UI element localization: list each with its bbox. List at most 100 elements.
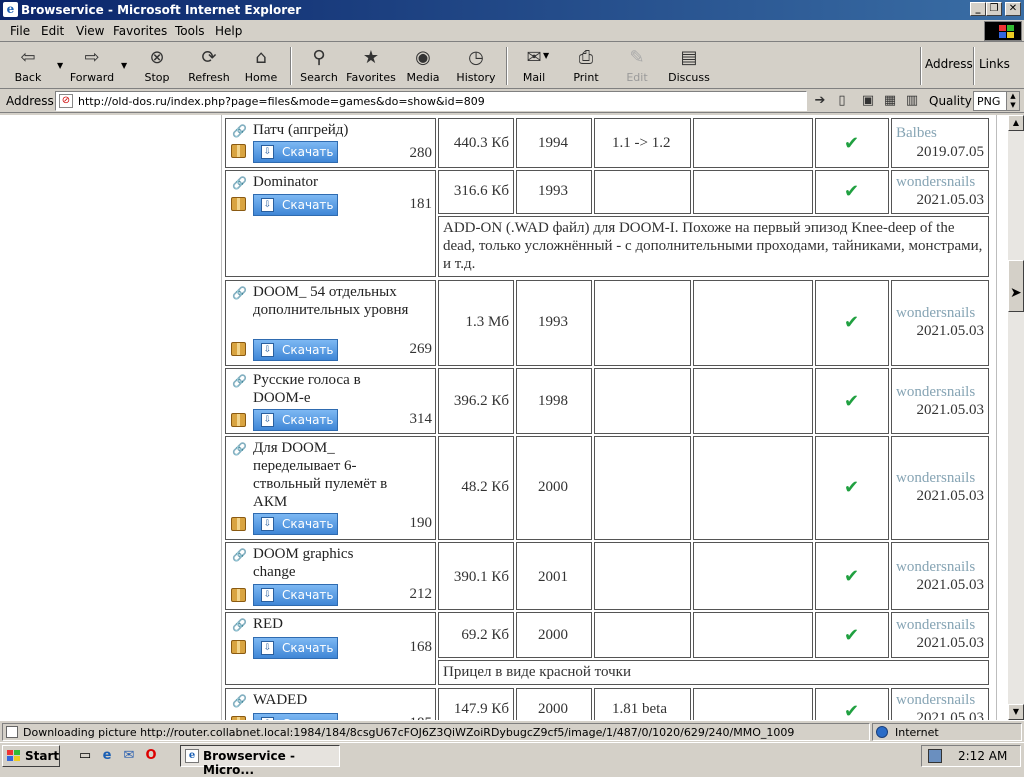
ie-icon[interactable]: e xyxy=(3,2,18,17)
menu-favorites[interactable]: Favorites xyxy=(113,24,167,38)
description-cell: ADD-ON (.WAD файл) для DOOM-I. Похоже на… xyxy=(438,216,989,277)
file-name[interactable]: Dominator xyxy=(253,173,318,191)
favorites-button[interactable]: ★ Favorites xyxy=(344,45,398,87)
quality-select[interactable]: PNG ▲ ▼ xyxy=(973,91,1020,111)
file-name[interactable]: Русские голоса в DOOM-е xyxy=(253,371,403,407)
version-cell xyxy=(594,170,691,214)
back-button[interactable]: ⇦ Back xyxy=(6,45,50,87)
scroll-down-icon[interactable]: ▼ xyxy=(1008,704,1024,720)
toolbar-icon-a[interactable]: ▣ xyxy=(859,92,877,110)
check-icon: ✔ xyxy=(844,133,860,154)
quality-label: Quality xyxy=(929,94,972,108)
author-cell: Balbes 2019.07.05 xyxy=(891,118,989,168)
version-cell xyxy=(594,542,691,610)
author-link[interactable]: wondersnails xyxy=(896,174,975,191)
clipboard-icon[interactable]: ▥ xyxy=(903,92,921,110)
stop-button[interactable]: ⊗ Stop xyxy=(136,45,178,87)
edit-button[interactable]: ✎ Edit xyxy=(618,45,656,87)
ie-quicklaunch-icon[interactable]: e xyxy=(98,747,116,765)
menu-tools[interactable]: Tools xyxy=(175,24,205,38)
print-button[interactable]: ⎙ Print xyxy=(566,45,606,87)
home-button[interactable]: ⌂ Home xyxy=(240,45,282,87)
menu-view[interactable]: View xyxy=(76,24,104,38)
search-button[interactable]: ⚲ Search xyxy=(298,45,340,87)
menu-edit[interactable]: Edit xyxy=(41,24,64,38)
vertical-scrollbar[interactable]: ▲ ▼ xyxy=(1008,115,1024,720)
minimize-button[interactable]: _ xyxy=(970,2,986,16)
file-name[interactable]: Для DOOM_ переделывает 6-ствольный пулем… xyxy=(253,439,411,511)
size-cell: 440.3 Кб xyxy=(438,118,514,168)
show-desktop-icon[interactable]: ▭ xyxy=(76,747,94,765)
url-text[interactable]: http://old-dos.ru/index.php?page=files&m… xyxy=(78,95,485,108)
link-icon[interactable]: 🔗 xyxy=(232,618,247,632)
author-link[interactable]: wondersnails xyxy=(896,559,975,576)
link-icon[interactable]: 🔗 xyxy=(232,694,247,708)
close-button[interactable]: ✕ xyxy=(1005,2,1021,16)
start-button[interactable]: Start xyxy=(2,745,60,767)
history-icon: ◷ xyxy=(468,47,484,68)
taskbar-app-browservice[interactable]: e Browservice - Micro... xyxy=(180,745,340,777)
version-cell xyxy=(594,280,691,366)
history-button[interactable]: ◷ History xyxy=(452,45,500,87)
refresh-button[interactable]: ⟳ Refresh xyxy=(186,45,232,87)
file-name[interactable]: DOOM graphics change xyxy=(253,545,393,581)
links-toggle[interactable]: Links xyxy=(979,57,1010,75)
go-arrow-icon[interactable]: ➔ xyxy=(811,92,829,110)
download-button[interactable]: ⇩Скачать xyxy=(253,339,338,361)
author-link[interactable]: Balbes xyxy=(896,125,937,142)
empty-cell xyxy=(693,436,813,540)
toolbar-separator xyxy=(290,47,292,85)
menu-help[interactable]: Help xyxy=(215,24,242,38)
download-button[interactable]: ⇩Скачать xyxy=(253,141,338,163)
files-table: 🔗 Патч (апгрейд) ⇩ Скачать 280 440.3 Кб 1… xyxy=(221,115,997,720)
size-cell: 1.3 Мб xyxy=(438,280,514,366)
download-button[interactable]: ⇩Скачать xyxy=(253,584,338,606)
quality-spinner-icon[interactable]: ▲ ▼ xyxy=(1006,92,1019,110)
opera-icon[interactable]: O xyxy=(142,747,160,765)
media-button[interactable]: ◉ Media xyxy=(402,45,444,87)
outlook-icon[interactable]: ✉ xyxy=(120,747,138,765)
check-cell: ✔ xyxy=(815,688,889,720)
author-link[interactable]: wondersnails xyxy=(896,305,975,322)
discuss-button[interactable]: ▤ Discuss xyxy=(666,45,712,87)
taskbar: Start ▭ e ✉ O e Browservice - Micro... 2… xyxy=(0,742,1024,777)
bookmark-icon[interactable]: ▯ xyxy=(833,92,851,110)
download-button[interactable]: ⇩Скачать xyxy=(253,194,338,216)
menu-file[interactable]: File xyxy=(10,24,30,38)
mail-dropdown-icon[interactable]: ▼ xyxy=(543,51,549,60)
author-link[interactable]: wondersnails xyxy=(896,692,975,709)
link-icon[interactable]: 🔗 xyxy=(232,286,247,300)
author-link[interactable]: wondersnails xyxy=(896,384,975,401)
maximize-button[interactable]: ❐ xyxy=(986,2,1002,16)
download-icon: ⇩ xyxy=(261,588,274,602)
check-icon: ✔ xyxy=(844,477,860,498)
forward-button[interactable]: ⇨ Forward xyxy=(66,45,118,87)
version-cell xyxy=(594,612,691,658)
network-icon[interactable] xyxy=(928,749,942,763)
scroll-up-icon[interactable]: ▲ xyxy=(1008,115,1024,131)
link-icon[interactable]: 🔗 xyxy=(232,124,247,138)
download-button[interactable]: ⇩Скачать xyxy=(253,409,338,431)
link-icon[interactable]: 🔗 xyxy=(232,548,247,562)
download-button[interactable]: ⇩Скачать xyxy=(253,713,338,720)
back-dropdown-icon[interactable]: ▼ xyxy=(57,61,63,70)
download-button[interactable]: ⇩Скачать xyxy=(253,637,338,659)
author-link[interactable]: wondersnails xyxy=(896,470,975,487)
forward-dropdown-icon[interactable]: ▼ xyxy=(121,61,127,70)
download-icon: ⇩ xyxy=(261,641,274,655)
link-icon[interactable]: 🔗 xyxy=(232,374,247,388)
file-name[interactable]: RED xyxy=(253,615,283,633)
link-icon[interactable]: 🔗 xyxy=(232,442,247,456)
table-row: 🔗 RED ⇩ Скачать 168 xyxy=(225,612,436,685)
file-name[interactable]: DOOM_ 54 отдельных дополнительных уровня xyxy=(253,283,423,319)
printer-icon: ⎙ xyxy=(578,47,594,68)
address-toggle[interactable]: Address xyxy=(925,57,973,75)
download-button[interactable]: ⇩Скачать xyxy=(253,513,338,535)
file-name[interactable]: WADED xyxy=(253,691,307,709)
address-input[interactable]: ⊘ http://old-dos.ru/index.php?page=files… xyxy=(55,91,807,111)
file-name[interactable]: Патч (апгрейд) xyxy=(253,121,348,139)
link-icon[interactable]: 🔗 xyxy=(232,176,247,190)
toolbar-icon-b[interactable]: ▦ xyxy=(881,92,899,110)
file-description: Прицел в виде красной точки xyxy=(443,664,631,680)
author-link[interactable]: wondersnails xyxy=(896,617,975,634)
